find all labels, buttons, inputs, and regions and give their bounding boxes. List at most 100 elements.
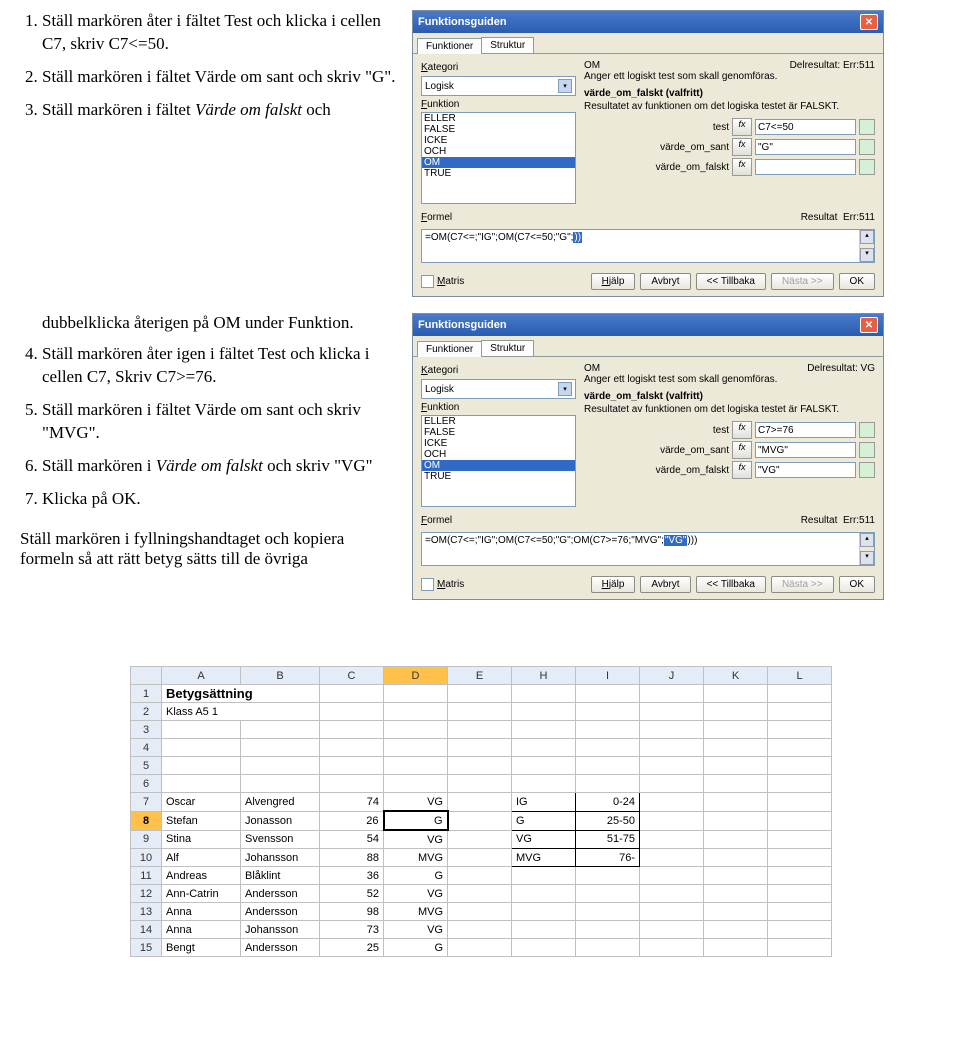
col-header[interactable]: K [704,667,768,685]
cell[interactable]: G [384,939,448,957]
cell[interactable]: MVG [384,903,448,921]
list-item[interactable]: FALSE [422,124,575,135]
fx-button[interactable]: fx [732,421,752,439]
cell[interactable]: VG [384,830,448,849]
param-sant-input[interactable] [755,442,856,458]
col-header[interactable]: H [512,667,576,685]
grade-range-cell[interactable]: 0-24 [576,793,640,812]
close-icon[interactable]: ✕ [860,14,878,30]
category-dropdown[interactable]: Logisk▾ [421,379,576,399]
cell[interactable]: MVG [384,849,448,867]
cancel-button[interactable]: Avbryt [640,576,690,593]
cell[interactable]: 73 [320,921,384,939]
list-item-selected[interactable]: OM [422,460,575,471]
list-item[interactable]: ICKE [422,438,575,449]
cell[interactable]: Bengt [162,939,241,957]
tab-structure[interactable]: Struktur [481,340,534,356]
list-item[interactable]: ELLER [422,416,575,427]
row-header[interactable]: 1 [131,685,162,703]
cell[interactable]: Anna [162,903,241,921]
grade-cell[interactable]: G [512,811,576,830]
col-header[interactable]: A [162,667,241,685]
col-header[interactable]: C [320,667,384,685]
row-header[interactable]: 4 [131,739,162,757]
cell[interactable]: G [384,867,448,885]
row-header[interactable]: 2 [131,703,162,721]
scroll-up-icon[interactable]: ▴ [860,533,874,547]
grade-cell[interactable]: VG [512,830,576,849]
grade-range-cell[interactable]: 76- [576,849,640,867]
fx-button[interactable]: fx [732,158,752,176]
param-test-input[interactable] [755,422,856,438]
col-header[interactable]: B [241,667,320,685]
param-falskt-input[interactable] [755,159,856,175]
cell[interactable]: 36 [320,867,384,885]
next-button[interactable]: Nästa >> [771,576,834,593]
list-item[interactable]: TRUE [422,168,575,179]
row-header[interactable]: 9 [131,830,162,849]
row-header[interactable]: 6 [131,775,162,793]
tab-functions[interactable]: Funktioner [417,38,482,54]
list-item[interactable]: OCH [422,449,575,460]
formula-textbox[interactable]: =OM(C7<=;"IG";OM(C7<=50;"G";)) ▴▾ [421,229,875,263]
matrix-checkbox[interactable]: Matris [421,275,464,288]
fx-button[interactable]: fx [732,441,752,459]
cell[interactable]: Jonasson [241,811,320,830]
row-header[interactable]: 7 [131,793,162,812]
category-dropdown[interactable]: Logisk▾ [421,76,576,96]
row-header[interactable]: 13 [131,903,162,921]
col-header[interactable]: L [768,667,832,685]
grade-cell[interactable]: IG [512,793,576,812]
tab-structure[interactable]: Struktur [481,37,534,53]
cell[interactable]: Johansson [241,849,320,867]
help-button[interactable]: Hjälp [591,273,636,290]
tab-functions[interactable]: Funktioner [417,341,482,357]
scroll-up-icon[interactable]: ▴ [860,230,874,244]
shrink-icon[interactable] [859,462,875,478]
list-item[interactable]: OCH [422,146,575,157]
cell[interactable]: Ann-Catrin [162,885,241,903]
ok-button[interactable]: OK [839,576,875,593]
col-header[interactable]: D [384,667,448,685]
grade-cell[interactable]: MVG [512,849,576,867]
scroll-down-icon[interactable]: ▾ [860,551,874,565]
cell[interactable]: 52 [320,885,384,903]
shrink-icon[interactable] [859,139,875,155]
col-header[interactable]: I [576,667,640,685]
list-item[interactable]: ELLER [422,113,575,124]
row-header[interactable]: 8 [131,811,162,830]
titlebar[interactable]: Funktionsguiden ✕ [413,11,883,33]
fx-button[interactable]: fx [732,461,752,479]
cell[interactable]: Blåklint [241,867,320,885]
cell[interactable]: Anna [162,921,241,939]
cancel-button[interactable]: Avbryt [640,273,690,290]
param-test-input[interactable] [755,119,856,135]
list-item[interactable]: FALSE [422,427,575,438]
list-item[interactable]: TRUE [422,471,575,482]
cell[interactable]: Oscar [162,793,241,812]
close-icon[interactable]: ✕ [860,317,878,333]
next-button[interactable]: Nästa >> [771,273,834,290]
function-listbox[interactable]: ELLER FALSE ICKE OCH OM TRUE [421,112,576,204]
shrink-icon[interactable] [859,159,875,175]
cell[interactable]: 98 [320,903,384,921]
cell[interactable]: Stefan [162,811,241,830]
list-item[interactable]: ICKE [422,135,575,146]
row-header[interactable]: 5 [131,757,162,775]
col-header[interactable]: J [640,667,704,685]
cell[interactable]: Andersson [241,885,320,903]
titlebar[interactable]: Funktionsguiden ✕ [413,314,883,336]
cell[interactable]: Svensson [241,830,320,849]
cell[interactable]: G [384,811,448,830]
cell[interactable]: 54 [320,830,384,849]
cell[interactable]: Andersson [241,939,320,957]
row-header[interactable]: 15 [131,939,162,957]
row-header[interactable]: 14 [131,921,162,939]
cell[interactable]: Andreas [162,867,241,885]
cell[interactable]: Alvengred [241,793,320,812]
fx-button[interactable]: fx [732,118,752,136]
grade-range-cell[interactable]: 25-50 [576,811,640,830]
cell[interactable]: Alf [162,849,241,867]
matrix-checkbox[interactable]: Matris [421,578,464,591]
param-sant-input[interactable] [755,139,856,155]
